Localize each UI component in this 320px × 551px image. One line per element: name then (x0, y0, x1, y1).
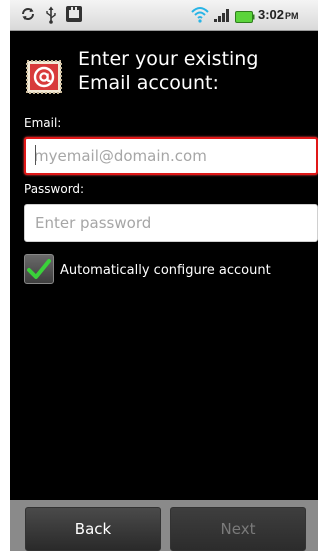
usb-icon (45, 6, 57, 28)
sync-icon (20, 6, 36, 26)
password-label: Password: (24, 182, 85, 196)
email-field[interactable] (24, 137, 318, 175)
auto-configure-label[interactable]: Automatically configure account (60, 263, 271, 278)
battery-icon (235, 8, 255, 27)
text-cursor (35, 145, 36, 165)
device-screen: 3:02PM Enter your existing Email account… (10, 0, 318, 551)
password-field[interactable] (24, 204, 318, 242)
wifi-icon (190, 5, 210, 27)
auto-configure-checkbox[interactable] (24, 254, 54, 284)
checkmark-icon (27, 259, 51, 279)
email-label: Email: (24, 116, 62, 130)
status-bar: 3:02PM (10, 0, 318, 31)
page-title: Enter your existing Email account: (78, 48, 259, 94)
email-app-icon (24, 58, 64, 100)
clock-time: 3:02 (258, 7, 285, 22)
back-button[interactable]: Back (25, 507, 161, 551)
signal-icon (213, 7, 231, 27)
status-clock: 3:02PM (258, 7, 299, 22)
clock-ampm: PM (285, 11, 299, 21)
next-button[interactable]: Next (170, 507, 306, 551)
app-notification-icon (65, 5, 83, 27)
